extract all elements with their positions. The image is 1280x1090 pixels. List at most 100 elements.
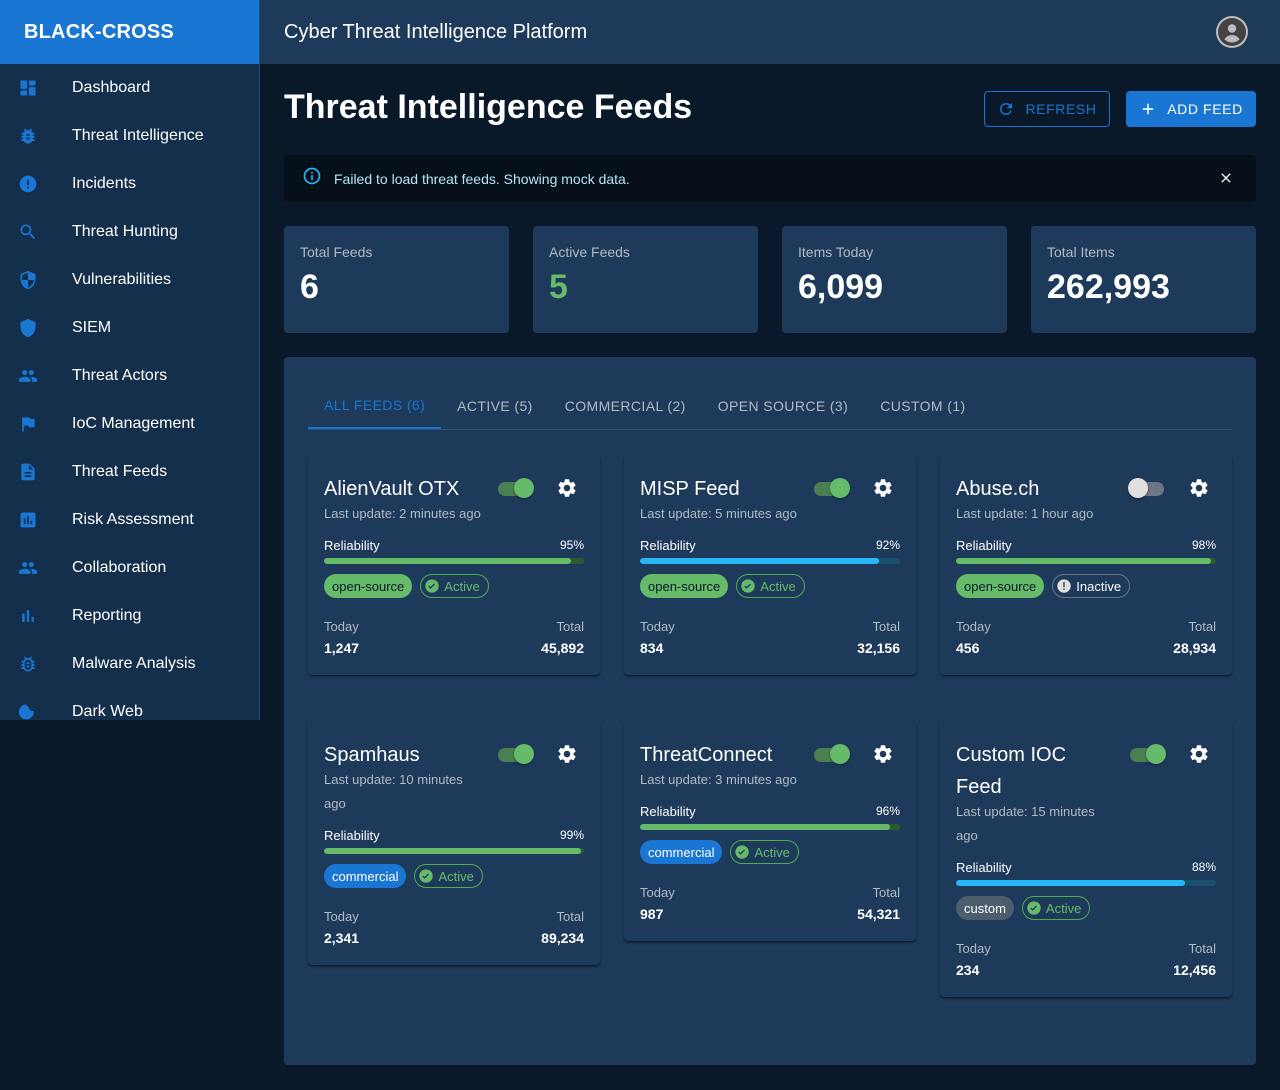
feed-type-chip: commercial	[324, 864, 407, 888]
sidebar-item-threat-feeds[interactable]: Threat Feeds	[0, 448, 259, 496]
stat-card-total-items: Total Items 262,993	[1031, 226, 1256, 333]
alert-message: Failed to load threat feeds. Showing moc…	[334, 170, 630, 187]
today-value: 456	[956, 640, 980, 656]
feed-chips: open-source Inactive	[956, 574, 1131, 598]
toggle-thumb	[514, 744, 534, 764]
feed-chips: commercial Active	[324, 864, 483, 888]
feed-type-chip: open-source	[956, 574, 1045, 598]
gear-icon[interactable]	[1188, 477, 1210, 499]
feed-status-chip: Inactive	[1052, 574, 1131, 598]
sidebar-item-collaboration[interactable]: Collaboration	[0, 544, 259, 592]
feeds-panel: ALL FEEDS (6) ACTIVE (5) COMMERCIAL (2) OPE…	[284, 357, 1256, 1065]
feed-status-chip: Active	[1021, 896, 1091, 920]
today-value: 834	[640, 640, 664, 656]
refresh-label: REFRESH	[1025, 101, 1097, 117]
gear-icon[interactable]	[872, 743, 894, 765]
app-title: Cyber Threat Intelligence Platform	[284, 20, 588, 43]
sidebar-item-incidents[interactable]: Incidents	[0, 160, 259, 208]
tab-commercial[interactable]: COMMERCIAL (2)	[549, 383, 702, 429]
page-title: Threat Intelligence Feeds	[284, 88, 693, 126]
dashboard-icon	[18, 78, 38, 98]
reliability-bar	[640, 558, 900, 564]
reliability-value: 88%	[1191, 860, 1216, 874]
sidebar-item-threat-hunting[interactable]: Threat Hunting	[0, 208, 259, 256]
reliability-label: Reliability	[640, 538, 696, 553]
people-icon	[18, 366, 38, 386]
reliability-fill	[640, 558, 880, 564]
today-label: Today	[640, 619, 675, 634]
today-value: 234	[956, 962, 980, 978]
gear-icon[interactable]	[872, 477, 894, 499]
total-label: Total	[1188, 941, 1216, 956]
sidebar-item-ioc-management[interactable]: IoC Management	[0, 400, 259, 448]
sidebar-item-label: Vulnerabilities	[72, 271, 172, 288]
sidebar-item-threat-actors[interactable]: Threat Actors	[0, 352, 259, 400]
feed-name: MISP Feed	[640, 478, 740, 500]
total-value: 54,321	[857, 906, 900, 922]
total-value: 32,156	[857, 640, 900, 656]
check-circle-icon	[419, 869, 434, 883]
status-label: Inactive	[1076, 578, 1122, 594]
last-update: Last update: 15 minutes ago	[956, 804, 1095, 843]
stat-card-active-feeds: Active Feeds 5	[533, 226, 758, 333]
last-update: Last update: 5 minutes ago	[640, 506, 797, 521]
add-feed-button[interactable]: ADD FEED	[1126, 91, 1256, 127]
gear-icon[interactable]	[556, 477, 578, 499]
reliability-bar	[956, 558, 1216, 564]
sidebar-item-dashboard[interactable]: Dashboard	[0, 64, 259, 112]
sidebar-item-threat-intelligence[interactable]: Threat Intelligence	[0, 112, 259, 160]
feed-card-alienvault-otx: AlienVault OTX Last update: 2 minutes ago…	[308, 455, 600, 675]
feed-enabled-toggle[interactable]	[812, 744, 850, 764]
tab-custom[interactable]: CUSTOM (1)	[864, 383, 981, 429]
status-label: Active	[760, 578, 796, 594]
feed-status-chip: Active	[420, 574, 489, 598]
document-icon	[18, 462, 38, 482]
feed-enabled-toggle[interactable]	[812, 478, 850, 498]
last-update: Last update: 2 minutes ago	[324, 506, 481, 521]
shield-half-icon	[18, 270, 38, 290]
feed-status-chip: Active	[414, 864, 483, 888]
sidebar-item-vulnerabilities[interactable]: Vulnerabilities	[0, 256, 259, 304]
tab-all-feeds[interactable]: ALL FEEDS (6)	[308, 383, 442, 429]
gear-icon[interactable]	[1188, 743, 1210, 765]
feed-enabled-toggle[interactable]	[1128, 478, 1164, 498]
feed-enabled-toggle[interactable]	[1128, 744, 1166, 764]
sidebar-item-risk-assessment[interactable]: Risk Assessment	[0, 496, 259, 544]
add-feed-label: ADD FEED	[1167, 101, 1243, 117]
refresh-button[interactable]: REFRESH	[984, 91, 1110, 127]
total-label: Total	[1188, 619, 1216, 634]
feed-status-chip: Active	[736, 574, 805, 598]
tab-active[interactable]: ACTIVE (5)	[441, 383, 549, 429]
brand-logo[interactable]: BLACK-CROSS	[0, 0, 259, 64]
feed-enabled-toggle[interactable]	[496, 478, 534, 498]
close-icon[interactable]	[1218, 170, 1234, 186]
status-label: Active	[438, 868, 474, 884]
sidebar-item-malware-analysis[interactable]: Malware Analysis	[0, 640, 259, 688]
stat-label: Total Feeds	[300, 244, 373, 260]
user-avatar[interactable]	[1216, 16, 1248, 48]
feed-card-custom-ioc-feed: Custom IOC Feed Last update: 15 minutes a…	[940, 721, 1232, 997]
tab-open-source[interactable]: OPEN SOURCE (3)	[702, 383, 864, 429]
feed-status-chip: Active	[730, 840, 799, 864]
stat-value: 262,993	[1047, 268, 1170, 306]
reliability-label: Reliability	[640, 804, 696, 819]
feed-name: AlienVault OTX	[324, 478, 460, 500]
sidebar-item-reporting[interactable]: Reporting	[0, 592, 259, 640]
reliability-value: 95%	[559, 538, 584, 552]
feed-name: Abuse.ch	[956, 478, 1040, 500]
reliability-fill	[640, 824, 890, 830]
reliability-fill	[324, 848, 582, 854]
sidebar-item-label: Dark Web	[72, 703, 143, 720]
check-circle-icon	[425, 579, 439, 593]
feed-enabled-toggle[interactable]	[496, 744, 534, 764]
sidebar-item-siem[interactable]: SIEM	[0, 304, 259, 352]
reliability-value: 98%	[1191, 538, 1216, 552]
sidebar-item-label: SIEM	[72, 319, 112, 336]
status-label: Active	[444, 578, 480, 594]
flag-icon	[18, 414, 38, 434]
feed-chips: custom Active	[956, 896, 1091, 920]
feed-chips: open-source Active	[324, 574, 489, 598]
reliability-label: Reliability	[956, 860, 1012, 875]
sidebar-item-dark-web[interactable]: Dark Web	[0, 688, 259, 720]
gear-icon[interactable]	[556, 743, 578, 765]
